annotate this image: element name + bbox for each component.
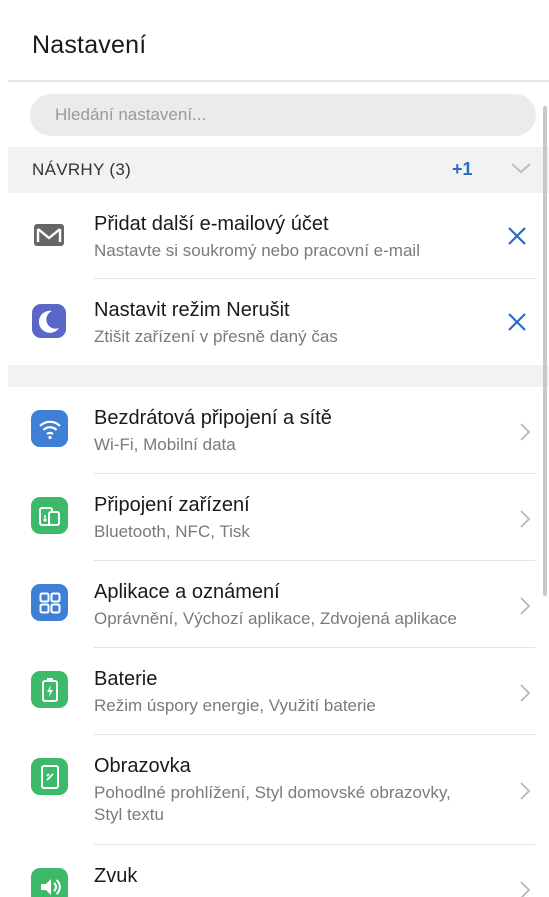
settings-item-wireless[interactable]: Bezdrátová připojení a sítě Wi-Fi, Mobil… — [8, 387, 549, 474]
chevron-right-icon — [520, 510, 531, 528]
chevron-right-icon — [520, 423, 531, 441]
display-icon — [31, 758, 68, 795]
settings-item-texts: Baterie Režim úspory energie, Využití ba… — [94, 667, 376, 717]
section-gap — [8, 365, 549, 387]
close-icon[interactable] — [505, 224, 529, 248]
settings-item-texts: Aplikace a oznámení Oprávnění, Výchozí a… — [94, 580, 457, 630]
suggestion-texts: Přidat další e-mailový účet Nastavte si … — [94, 212, 420, 262]
settings-item-subtitle-line1: Pohodlné prohlížení, Styl domovské obraz… — [94, 783, 451, 802]
close-icon[interactable] — [505, 310, 529, 334]
settings-item-title: Baterie — [94, 668, 158, 690]
settings-item-subtitle: Wi-Fi, Mobilní data — [94, 435, 236, 454]
settings-item-sound[interactable]: Zvuk — [8, 845, 549, 897]
settings-item-title: Bezdrátová připojení a sítě — [94, 407, 332, 429]
apps-icon — [31, 584, 68, 621]
chevron-right-icon — [520, 782, 531, 800]
settings-item-apps[interactable]: Aplikace a oznámení Oprávnění, Výchozí a… — [8, 561, 549, 648]
device-connection-icon — [31, 497, 68, 534]
settings-item-title: Zvuk — [94, 865, 138, 887]
suggestions-title: NÁVRHY (3) — [32, 160, 132, 179]
page-title: Nastavení — [32, 30, 147, 59]
settings-item-texts: Bezdrátová připojení a sítě Wi-Fi, Mobil… — [94, 406, 332, 456]
search-bar — [8, 82, 549, 147]
settings-item-subtitle: Bluetooth, NFC, Tisk — [94, 522, 250, 541]
mail-icon — [34, 224, 64, 246]
sound-icon — [31, 868, 68, 897]
suggestion-texts: Nastavit režim Nerušit Ztišit zařízení v… — [94, 298, 338, 348]
settings-item-texts: Obrazovka Pohodlné prohlížení, Styl domo… — [94, 754, 451, 826]
scrollbar[interactable] — [543, 106, 547, 596]
settings-screen: Nastavení NÁVRHY (3) +1 Přidat další e-m… — [8, 10, 549, 897]
moon-icon — [32, 304, 66, 338]
settings-item-battery[interactable]: Baterie Režim úspory energie, Využití ba… — [8, 648, 549, 735]
settings-list: Bezdrátová připojení a sítě Wi-Fi, Mobil… — [8, 387, 549, 897]
suggestions-more-count: +1 — [452, 159, 473, 179]
suggestions-header[interactable]: NÁVRHY (3) +1 — [8, 147, 549, 193]
settings-item-subtitle: Režim úspory energie, Využití baterie — [94, 696, 376, 715]
suggestion-add-email[interactable]: Přidat další e-mailový účet Nastavte si … — [8, 193, 549, 279]
settings-item-display[interactable]: Obrazovka Pohodlné prohlížení, Styl domo… — [8, 735, 549, 845]
app-header: Nastavení — [8, 10, 549, 82]
suggestion-subtitle: Nastavte si soukromý nebo pracovní e-mai… — [94, 241, 420, 260]
settings-item-title: Obrazovka — [94, 755, 191, 777]
settings-item-device-connection[interactable]: Připojení zařízení Bluetooth, NFC, Tisk — [8, 474, 549, 561]
settings-item-title: Aplikace a oznámení — [94, 581, 280, 603]
settings-item-texts: Připojení zařízení Bluetooth, NFC, Tisk — [94, 493, 250, 543]
suggestion-do-not-disturb[interactable]: Nastavit režim Nerušit Ztišit zařízení v… — [8, 279, 549, 365]
suggestion-subtitle: Ztišit zařízení v přesně daný čas — [94, 327, 338, 346]
settings-item-title: Připojení zařízení — [94, 494, 250, 516]
chevron-right-icon — [520, 684, 531, 702]
battery-icon — [31, 671, 68, 708]
settings-item-subtitle-line2: Styl textu — [94, 805, 164, 824]
settings-item-subtitle: Oprávnění, Výchozí aplikace, Zdvojená ap… — [94, 609, 457, 628]
suggestion-title: Nastavit režim Nerušit — [94, 299, 290, 321]
search-input[interactable] — [30, 93, 536, 136]
chevron-right-icon — [520, 881, 531, 897]
chevron-down-icon[interactable] — [510, 161, 532, 175]
chevron-right-icon — [520, 597, 531, 615]
suggestions-list: Přidat další e-mailový účet Nastavte si … — [8, 193, 549, 365]
wifi-icon — [31, 410, 68, 447]
settings-item-texts: Zvuk — [94, 864, 137, 892]
suggestion-title: Přidat další e-mailový účet — [94, 213, 329, 235]
